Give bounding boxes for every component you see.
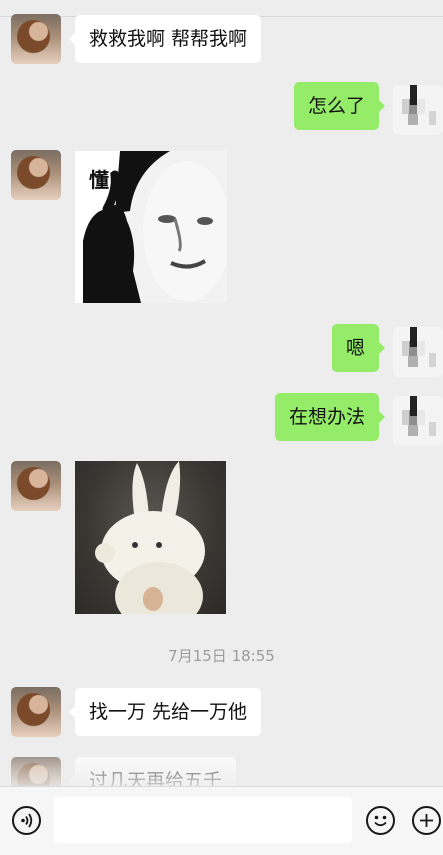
sticker-rabbit[interactable] [75,461,226,614]
voice-icon-glyph [21,813,33,828]
message-timestamp: 7月15日 18:55 [168,647,275,665]
message-bubble-outgoing[interactable]: 在想办法 [274,393,386,441]
message-list: 救救我啊 帮帮我啊 怎么了 懂? 嗯 在想办法 7月15日 18:55 找一万 … [0,0,443,807]
message-bubble-outgoing[interactable]: 嗯 [331,324,386,372]
message-bubble-outgoing[interactable]: 怎么了 [293,82,386,130]
voice-icon[interactable] [12,806,41,835]
my-avatar[interactable] [393,85,443,135]
plus-icon-glyph [420,814,433,827]
contact-avatar[interactable] [11,14,61,64]
message-input[interactable] [54,797,352,843]
rabbit-image [95,461,205,614]
contact-avatar[interactable] [11,150,61,200]
message-bubble-incoming[interactable]: 找一万 先给一万他 [68,688,262,736]
message-bubble-incoming[interactable]: 救救我啊 帮帮我啊 [68,15,262,63]
panda-face-image: 懂? [75,151,227,303]
contact-avatar[interactable] [11,687,61,737]
sticker-caption: 懂? [89,168,121,192]
my-avatar[interactable] [393,396,443,446]
plus-icon[interactable] [412,806,441,835]
sticker-panda-face[interactable]: 懂? [75,151,227,303]
input-toolbar [0,786,443,855]
emoji-icon-glyph [374,815,387,827]
my-avatar[interactable] [393,327,443,377]
emoji-icon[interactable] [366,806,395,835]
contact-avatar[interactable] [11,461,61,511]
